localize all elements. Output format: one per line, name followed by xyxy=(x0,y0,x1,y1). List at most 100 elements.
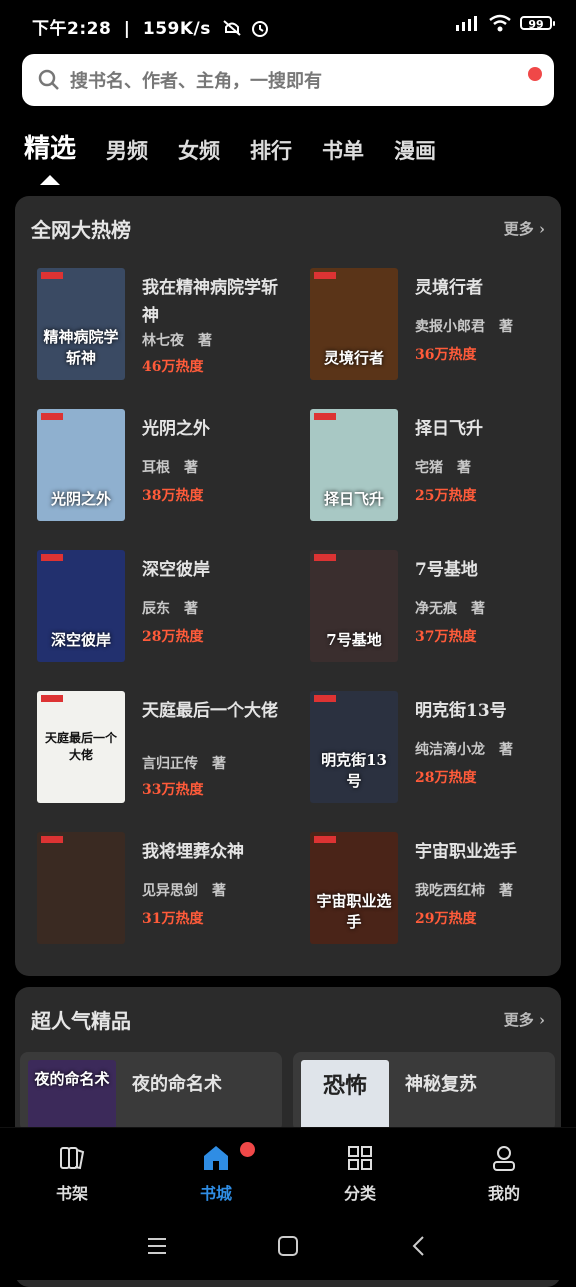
book-heat: 31万热度 xyxy=(142,911,204,927)
book-title: 天庭最后一个大佬 xyxy=(142,701,278,721)
book-author: 卖报小郎君 著 xyxy=(415,319,513,335)
book-item[interactable]: 光阴之外 光阴之外 耳根 著 38万热度 xyxy=(37,409,292,521)
nav-category[interactable]: 分类 xyxy=(320,1142,400,1204)
back-icon[interactable] xyxy=(408,1235,430,1257)
book-item[interactable]: 深空彼岸 深空彼岸 辰东 著 28万热度 xyxy=(37,550,292,662)
section-title: 全网大热榜 xyxy=(31,218,131,242)
wifi-icon xyxy=(489,14,511,32)
book-item[interactable]: 天庭最后一个大佬 天庭最后一个大佬 言归正传 著 33万热度 xyxy=(37,691,292,803)
home-icon xyxy=(204,1146,228,1170)
tab-featured[interactable]: 精选 xyxy=(24,128,76,185)
cover-title: 深空彼岸 xyxy=(50,631,111,649)
cover-title: 宇宙职业选手 xyxy=(316,892,392,931)
book-item[interactable]: 7号基地 7号基地 净无痕 著 37万热度 xyxy=(310,550,565,662)
nav-profile[interactable]: 我的 xyxy=(464,1142,544,1204)
status-icons: 99 xyxy=(454,14,555,32)
book-cover: 宇宙职业选手 xyxy=(310,832,398,944)
book-author: 宅猪 著 xyxy=(415,460,471,476)
status-time: 下午2:28 | 159K/s xyxy=(32,14,270,39)
book-item[interactable]: 精神病院学斩神 我在精神病院学斩神林七夜 著 46万热度 xyxy=(37,268,292,380)
nav-label: 分类 xyxy=(343,1184,376,1203)
book-author: 纯洁滴小龙 著 xyxy=(415,742,513,758)
more-label: 更多 xyxy=(503,1011,534,1029)
book-author: 辰东 著 xyxy=(142,601,198,617)
tab-female[interactable]: 女频 xyxy=(178,135,220,165)
book-heat: 36万热度 xyxy=(415,347,477,363)
tab-booklist[interactable]: 书单 xyxy=(322,135,364,165)
book-author: 林七夜 著 xyxy=(142,333,212,349)
bookshelf-icon xyxy=(60,1147,85,1170)
alarm-icon xyxy=(251,21,268,37)
cover-title: 灵境行者 xyxy=(323,349,384,367)
cover-title: 光阴之外 xyxy=(50,490,111,508)
popular-book[interactable]: 夜的命名术 夜的命名术 xyxy=(20,1052,282,1132)
book-cover: 光阴之外 xyxy=(37,409,125,521)
book-cover: 择日飞升 xyxy=(310,409,398,521)
book-item[interactable]: 宇宙职业选手 宇宙职业选手 我吃西红柿 著 29万热度 xyxy=(310,832,565,944)
divider: | xyxy=(123,19,131,39)
cover-title: 天庭最后一个大佬 xyxy=(44,731,117,762)
cover-title: 明克街13号 xyxy=(321,751,387,790)
nav-label: 书架 xyxy=(55,1184,88,1203)
notification-dot xyxy=(240,1142,255,1157)
hot-ranking-card: 全网大热榜 更多 › 精神病院学斩神 我在精神病院学斩神林七夜 著 46万热度 灵境行… xyxy=(15,196,561,976)
notification-dot xyxy=(528,67,542,81)
publisher-logo xyxy=(314,413,336,420)
nav-label: 我的 xyxy=(487,1184,520,1203)
publisher-logo xyxy=(314,272,336,279)
book-title: 光阴之外 xyxy=(142,419,210,439)
book-heat: 25万热度 xyxy=(415,488,477,504)
chevron-right-icon: › xyxy=(533,220,545,238)
publisher-logo xyxy=(41,695,63,702)
mute-icon xyxy=(223,20,241,36)
more-link[interactable]: 更多 › xyxy=(504,218,545,239)
book-author: 净无痕 著 xyxy=(415,601,485,617)
tab-male[interactable]: 男频 xyxy=(106,135,148,165)
book-title: 夜的命名术 xyxy=(132,1074,222,1095)
search-placeholder: 搜书名、作者、主角，一搜即有 xyxy=(70,71,322,92)
book-title: 明克街13号 xyxy=(415,701,507,721)
cover-title: 7号基地 xyxy=(326,631,382,649)
search-bar[interactable]: 搜书名、作者、主角，一搜即有 xyxy=(22,54,554,106)
publisher-logo xyxy=(314,554,336,561)
status-bar: 下午2:28 | 159K/s 99 xyxy=(0,0,576,52)
publisher-logo xyxy=(41,413,63,420)
clock-text: 下午2:28 xyxy=(32,19,112,39)
category-tabs: 精选 男频 女频 排行 书单 漫画 xyxy=(24,128,466,185)
cover-title: 择日飞升 xyxy=(323,490,384,508)
book-title: 择日飞升 xyxy=(415,419,483,439)
book-item[interactable]: 择日飞升 择日飞升 宅猪 著 25万热度 xyxy=(310,409,565,521)
book-cover: 深空彼岸 xyxy=(37,550,125,662)
more-link[interactable]: 更多 › xyxy=(504,1009,545,1030)
popular-book[interactable]: 恐怖 神秘复苏 xyxy=(293,1052,555,1132)
book-title: 我在精神病院学斩神 xyxy=(142,278,278,326)
battery-icon: 99 xyxy=(520,16,555,31)
home-square-icon[interactable] xyxy=(277,1235,299,1257)
book-author: 言归正传 著 xyxy=(142,756,226,772)
signal-icon xyxy=(456,16,477,31)
book-title: 灵境行者 xyxy=(415,278,483,298)
tab-comics[interactable]: 漫画 xyxy=(394,135,436,165)
menu-icon[interactable] xyxy=(146,1235,168,1257)
publisher-logo xyxy=(41,836,63,843)
system-nav-bar xyxy=(0,1222,576,1280)
network-speed: 159K/s xyxy=(142,19,211,39)
publisher-logo xyxy=(314,836,336,843)
book-item[interactable]: 明克街13号 明克街13号 纯洁滴小龙 著 28万热度 xyxy=(310,691,565,803)
book-cover: 夜的命名术 xyxy=(28,1060,116,1132)
book-heat: 46万热度 xyxy=(142,359,204,375)
book-heat: 28万热度 xyxy=(415,770,477,786)
book-title: 神秘复苏 xyxy=(405,1074,477,1095)
book-title: 深空彼岸 xyxy=(142,560,210,580)
cover-title: 精神病院学斩神 xyxy=(43,328,119,367)
book-title: 宇宙职业选手 xyxy=(415,842,517,862)
book-item[interactable]: 我将埋葬众神 见异思剑 著 31万热度 xyxy=(37,832,292,944)
book-heat: 33万热度 xyxy=(142,782,204,798)
publisher-logo xyxy=(41,554,63,561)
book-heat: 29万热度 xyxy=(415,911,477,927)
nav-bookshelf[interactable]: 书架 xyxy=(32,1142,112,1204)
book-item[interactable]: 灵境行者 灵境行者 卖报小郎君 著 36万热度 xyxy=(310,268,565,380)
publisher-logo xyxy=(314,695,336,702)
bottom-nav: 书架 书城 分类 我的 xyxy=(0,1127,576,1223)
tab-ranking[interactable]: 排行 xyxy=(250,135,292,165)
